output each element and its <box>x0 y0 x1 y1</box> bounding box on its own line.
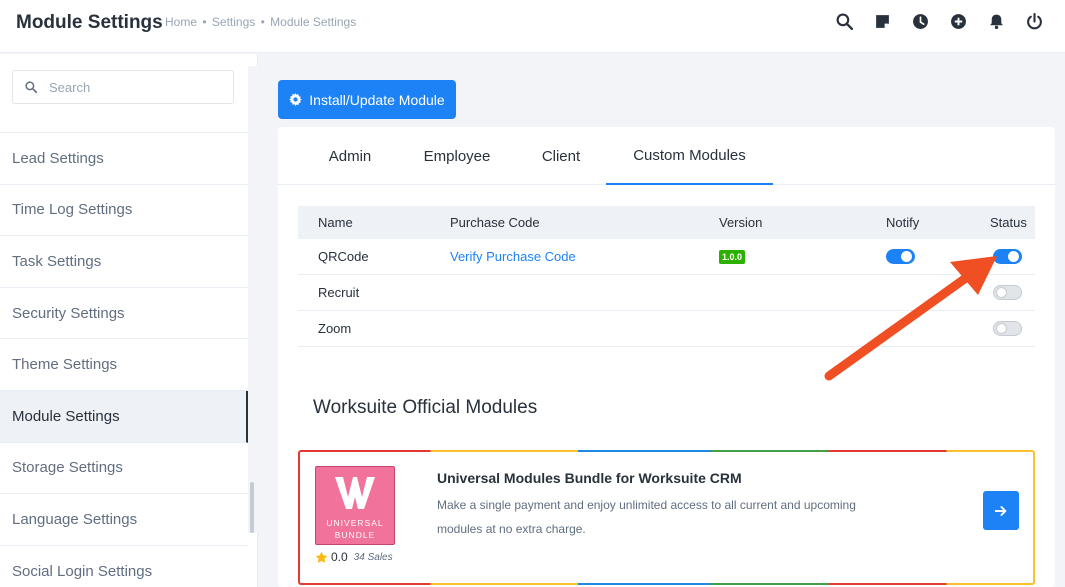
search-icon <box>25 81 37 93</box>
sidebar-item-lead-settings[interactable]: Lead Settings <box>0 133 248 185</box>
header-purchase-code: Purchase Code <box>450 215 540 230</box>
clock-icon[interactable] <box>901 11 939 31</box>
header-notify: Notify <box>886 215 920 230</box>
search-icon[interactable] <box>825 11 863 31</box>
sidebar-item-task-settings[interactable]: Task Settings <box>0 236 248 288</box>
header-status: Status <box>990 215 1027 230</box>
bundle-open-button[interactable] <box>983 491 1019 530</box>
arrow-right-icon <box>994 505 1007 516</box>
bundle-title[interactable]: Universal Modules Bundle for Worksuite C… <box>437 470 742 486</box>
module-name: QRCode <box>318 249 369 264</box>
module-name: Recruit <box>318 285 360 300</box>
logo-text-universal: UNIVERSAL <box>326 518 384 528</box>
verify-purchase-code-link[interactable]: Verify Purchase Code <box>450 239 576 274</box>
breadcrumb-home[interactable]: Home <box>165 15 197 29</box>
module-tabs: Admin Employee Client Custom Modules <box>278 127 1055 185</box>
sidebar-item-social-login-settings[interactable]: Social Login Settings <box>0 546 248 587</box>
official-modules-title: Worksuite Official Modules <box>313 397 538 418</box>
rating-value: 0.0 <box>331 550 348 564</box>
breadcrumb-settings[interactable]: Settings <box>212 15 255 29</box>
sidebar-item-language-settings[interactable]: Language Settings <box>0 494 248 546</box>
sidebar-scrollbar-track[interactable] <box>248 66 258 533</box>
module-name: Zoom <box>318 321 352 336</box>
settings-sidebar: Lead Settings Time Log Settings Task Set… <box>0 54 258 587</box>
page-title: Module Settings <box>16 12 163 33</box>
version-badge: 1.0.0 <box>719 249 746 264</box>
install-button-label: Install/Update Module <box>309 91 445 108</box>
tab-employee[interactable]: Employee <box>412 127 502 185</box>
tab-custom-modules[interactable]: Custom Modules <box>606 127 773 185</box>
sidebar-item-module-settings[interactable]: Module Settings <box>0 390 248 443</box>
bundle-rating: 0.0 34 Sales <box>315 550 393 564</box>
tab-client[interactable]: Client <box>528 127 594 185</box>
annotation-arrow-icon <box>824 256 997 381</box>
breadcrumb-current: Module Settings <box>270 15 357 29</box>
plus-circle-icon[interactable] <box>939 11 977 31</box>
star-icon <box>315 551 328 563</box>
sidebar-item-time-log-settings[interactable]: Time Log Settings <box>0 185 248 237</box>
table-header: Name Purchase Code Version Notify Status <box>298 206 1035 239</box>
gear-icon <box>289 93 303 106</box>
header-version: Version <box>719 215 763 230</box>
bundle-logo: UNIVERSAL BUNDLE <box>315 466 395 545</box>
search-input[interactable] <box>49 79 219 95</box>
bell-icon[interactable] <box>977 11 1015 31</box>
sidebar-item-security-settings[interactable]: Security Settings <box>0 288 248 340</box>
universal-bundle-card[interactable]: UNIVERSAL BUNDLE 0.0 34 Sales Universal … <box>298 450 1035 585</box>
tab-admin[interactable]: Admin <box>312 127 388 185</box>
sticky-note-icon[interactable] <box>863 11 901 31</box>
breadcrumb: Home • Settings • Module Settings <box>165 15 357 29</box>
top-bar: Module Settings Home • Settings • Module… <box>0 0 1065 53</box>
settings-menu: Lead Settings Time Log Settings Task Set… <box>0 132 248 587</box>
logo-text-bundle: BUNDLE <box>334 530 376 540</box>
header-actions <box>825 11 1053 31</box>
install-update-module-button[interactable]: Install/Update Module <box>278 80 456 119</box>
header-name: Name <box>318 215 353 230</box>
w-logo-icon <box>316 475 394 516</box>
sidebar-search[interactable] <box>12 70 234 104</box>
sidebar-item-theme-settings[interactable]: Theme Settings <box>0 339 248 391</box>
bundle-description: Make a single payment and enjoy unlimite… <box>437 498 856 536</box>
power-icon[interactable] <box>1015 11 1053 31</box>
sidebar-scrollbar-thumb[interactable] <box>250 482 254 533</box>
sidebar-item-storage-settings[interactable]: Storage Settings <box>0 443 248 495</box>
sales-count: 34 Sales <box>353 551 393 563</box>
